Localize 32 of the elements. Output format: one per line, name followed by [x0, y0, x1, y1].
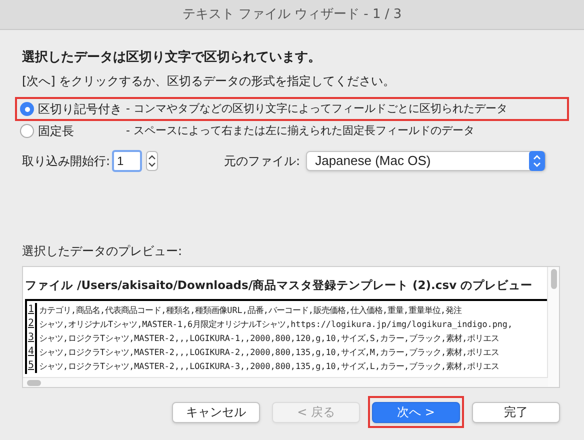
- row-text: シャツ,ロジクラTシャツ,MASTER-2,,,LOGIKURA-1,,2000,800,120,g,10,サイズ,S,カラー,ブラック,素材,ポリエス: [39, 332, 500, 344]
- row-text: シャツ,ロジクラTシャツ,MASTER-2,,,LOGIKURA-2,,2000,800,135,g,10,サイズ,M,カラー,ブラック,素材,ポリエス: [39, 346, 500, 358]
- row-number: 5: [27, 359, 37, 373]
- row-number: 4: [27, 345, 37, 359]
- row-number: 1: [27, 303, 37, 317]
- row-number: 3: [27, 331, 37, 345]
- row-text: カテゴリ,商品名,代表商品コード,種類名,種類画像URL,品番,バーコード,販売価格,仕入価格,重量,重量単位,発注: [39, 304, 462, 316]
- row-text: シャツ,ロジクラTシャツ,MASTER-2,,,LOGIKURA-3,,2000,800,135,g,10,サイズ,L,カラー,ブラック,素材,ポリエス: [39, 360, 500, 372]
- horizontal-scrollbar[interactable]: [23, 377, 548, 387]
- row-text: シャツ,オリジナルTシャツ,MASTER-1,6月限定オリジナルTシャツ,https://logikura.jp/img/logikura_indigo.png,: [39, 318, 512, 330]
- wizard-button[interactable]: 完了: [472, 402, 560, 422]
- instruction-text: [次へ] をクリックするか、区切るデータの形式を指定してください。: [22, 73, 396, 90]
- radio-button[interactable]: [20, 102, 34, 116]
- vertical-scrollbar[interactable]: [547, 267, 559, 387]
- preview-title: ファイル /Users/akisaito/Downloads/商品マスタ登録テンプレート (2).csv のプレビュー: [25, 278, 533, 292]
- wizard-button[interactable]: キャンセル: [172, 402, 260, 422]
- option-description: - コンマやタブなどの区切り文字によってフィールドごとに区切られたデータ: [126, 100, 508, 117]
- option-description: - スペースによって右または左に揃えられた固定長フィールドのデータ: [126, 122, 474, 139]
- wizard-button[interactable]: 次へ >: [372, 402, 460, 422]
- field-label: 取り込み開始行:: [22, 153, 110, 170]
- radio-label[interactable]: 固定長: [38, 122, 126, 140]
- field-label: 元のファイル:: [224, 153, 300, 170]
- encoding-select[interactable]: Japanese (Mac OS): [306, 151, 546, 171]
- start-row-field[interactable]: 1: [112, 150, 142, 172]
- window-title: テキスト ファイル ウィザード - 1 / 3: [182, 6, 402, 24]
- radio-label[interactable]: 区切り記号付き: [38, 100, 126, 118]
- radio-button[interactable]: [20, 124, 34, 138]
- select-arrows-icon: [529, 151, 546, 171]
- row-number: 2: [27, 317, 37, 331]
- heading-text: 選択したデータは区切り文字で区切られています。: [22, 48, 322, 67]
- stepper-icon[interactable]: [146, 151, 158, 171]
- preview-label: 選択したデータのプレビュー:: [22, 243, 184, 260]
